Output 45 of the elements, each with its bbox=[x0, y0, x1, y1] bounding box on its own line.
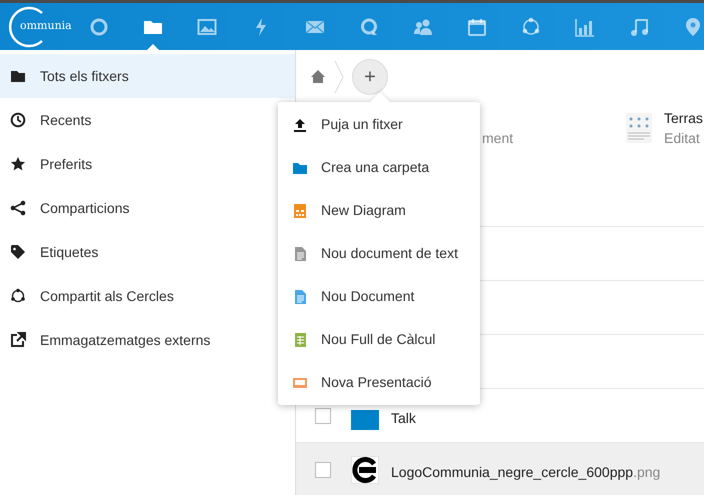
share-icon bbox=[10, 200, 26, 216]
file-row[interactable]: LogoCommunia_negre_cercle_600ppp.png bbox=[296, 443, 704, 495]
folder-icon bbox=[10, 68, 26, 84]
clock-icon bbox=[10, 112, 26, 128]
circle-icon bbox=[88, 16, 109, 36]
tag-icon bbox=[10, 244, 26, 260]
checkbox[interactable] bbox=[315, 462, 331, 478]
menu-item[interactable]: Puja un fitxer bbox=[278, 103, 480, 146]
diagram-icon bbox=[293, 204, 307, 218]
logo-text: ommunia bbox=[20, 18, 72, 34]
image-thumbnail-icon bbox=[351, 456, 379, 484]
circles-icon bbox=[520, 16, 541, 36]
star-icon bbox=[10, 156, 26, 172]
spreadsheet-icon bbox=[293, 332, 307, 346]
contacts-icon bbox=[412, 16, 433, 36]
menu-item[interactable]: Nova Presentació bbox=[278, 361, 480, 404]
sidebar-item[interactable]: Tots els fitxers bbox=[0, 54, 295, 98]
menu-item[interactable]: New Diagram bbox=[278, 189, 480, 232]
external-link-icon bbox=[10, 332, 26, 348]
upload-icon bbox=[293, 118, 307, 132]
home-icon[interactable] bbox=[310, 69, 326, 85]
bar-chart-icon bbox=[574, 16, 595, 36]
circles-icon bbox=[10, 288, 26, 304]
image-icon bbox=[196, 16, 217, 36]
checkbox[interactable] bbox=[315, 408, 331, 424]
document-icon bbox=[293, 290, 307, 304]
presentation-icon bbox=[293, 376, 307, 390]
text-file-icon bbox=[293, 246, 307, 260]
recommended-file-name: Terras bbox=[664, 109, 703, 128]
menu-item[interactable]: Nou document de text bbox=[278, 232, 480, 275]
menu-item[interactable]: Nou Full de Càlcul bbox=[278, 318, 480, 361]
menu-item[interactable]: Crea una carpeta bbox=[278, 146, 480, 189]
breadcrumb-separator-icon bbox=[334, 60, 344, 94]
recommended-file-subtitle: ment bbox=[482, 129, 514, 148]
file-name[interactable]: LogoCommunia_negre_cercle_600ppp.png bbox=[391, 456, 660, 483]
file-name[interactable]: Talk bbox=[391, 402, 416, 429]
recommended-file-subtitle: Editat bbox=[664, 129, 701, 148]
add-button[interactable]: + bbox=[352, 59, 388, 95]
folder-icon bbox=[293, 160, 307, 174]
file-row[interactable]: Talk bbox=[296, 389, 704, 442]
calendar-icon bbox=[466, 16, 487, 36]
music-note-icon bbox=[628, 16, 649, 36]
chat-bubble-icon bbox=[358, 16, 379, 36]
menu-item[interactable]: Nou Document bbox=[278, 275, 480, 318]
document-thumbnail-icon bbox=[626, 113, 652, 143]
